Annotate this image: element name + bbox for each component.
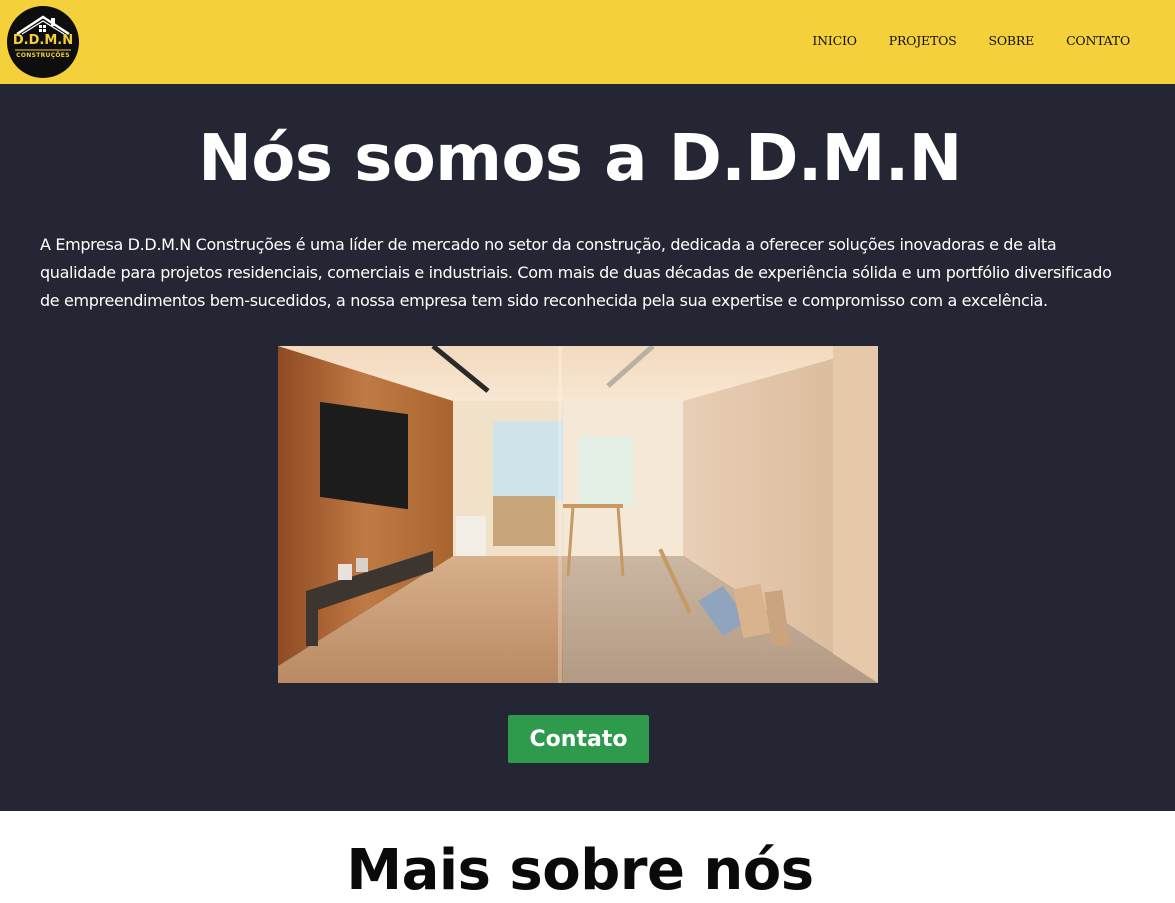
hero-section: Nós somos a D.D.M.N A Empresa D.D.M.N Co… <box>0 84 1175 811</box>
site-header: D.D.M.N CONSTRUÇÕES INICIO PROJETOS SOBR… <box>0 0 1175 84</box>
main-nav: INICIO PROJETOS SOBRE CONTATO <box>812 33 1130 48</box>
logo-title: D.D.M.N <box>12 33 74 48</box>
hero-title: Nós somos a D.D.M.N <box>198 122 962 196</box>
nav-item-inicio[interactable]: INICIO <box>812 33 857 48</box>
logo-subtitle: CONSTRUÇÕES <box>16 52 70 59</box>
hero-description: A Empresa D.D.M.N Construções é uma líde… <box>40 235 1112 310</box>
before-after-renovation-photo <box>278 346 878 683</box>
contact-button[interactable]: Contato <box>508 715 649 763</box>
nav-item-projetos[interactable]: PROJETOS <box>889 33 957 48</box>
about-section-title: Mais sobre nós <box>346 838 814 903</box>
nav-item-contato[interactable]: CONTATO <box>1066 33 1130 48</box>
company-logo[interactable]: D.D.M.N CONSTRUÇÕES <box>7 6 79 78</box>
nav-item-sobre[interactable]: SOBRE <box>989 33 1035 48</box>
